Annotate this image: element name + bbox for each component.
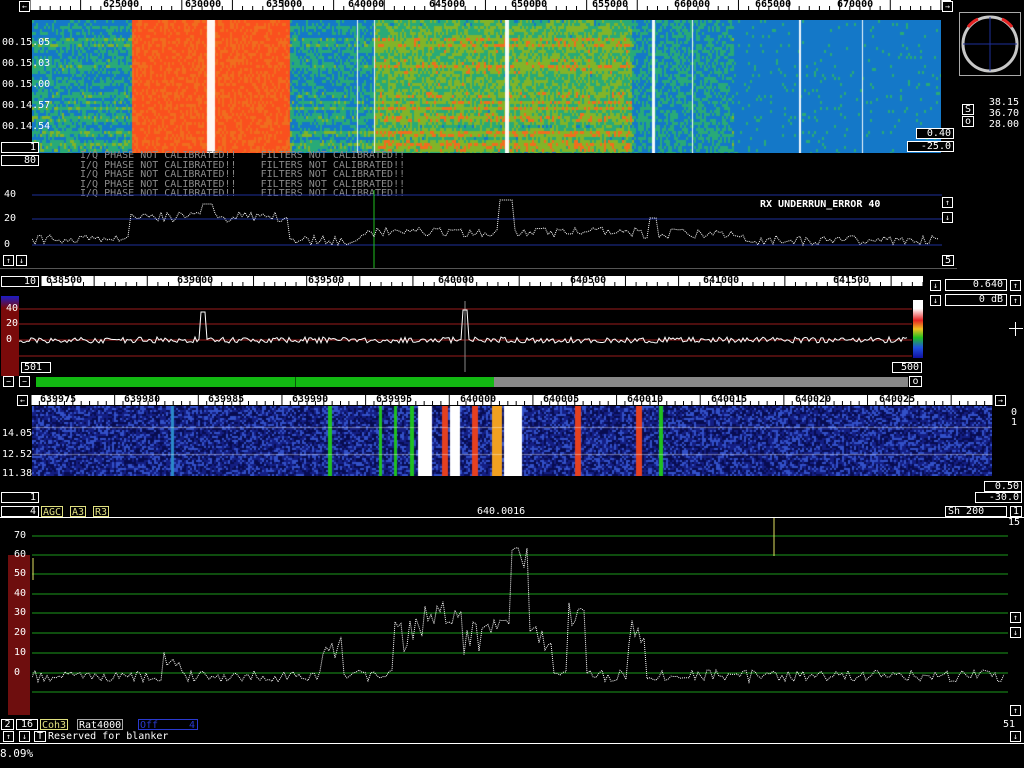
narrow-waterfall-display[interactable] (32, 406, 992, 476)
wide-spectrum-right-value[interactable]: 5 (942, 255, 954, 266)
y-tick-label: 60 (14, 549, 27, 560)
shift-value[interactable]: Sh 200 (945, 506, 1007, 517)
wide-spectrum-down-button[interactable]: ↓ (942, 212, 953, 223)
time-tick-label: 00.14.57 (2, 100, 51, 111)
hires-left-value[interactable]: 4 (1, 506, 39, 517)
hires-up-button-1[interactable]: ↑ (1010, 612, 1021, 623)
time-tick-label: 00.15.00 (2, 79, 51, 90)
time-tick-label: 00.14.54 (2, 121, 51, 132)
wide-spectrum-graph[interactable] (32, 160, 952, 270)
wide-panel-border (0, 268, 957, 269)
a3-button[interactable]: A3 (70, 506, 87, 518)
narrow-waterfall-avg-button[interactable]: 1 (1, 492, 39, 503)
wide-waterfall-offset-value[interactable]: -25.0 (907, 141, 954, 152)
wide-spectrum-left-up-button[interactable]: ↑ (3, 255, 14, 266)
polar-value-1: 38.15 (988, 97, 1019, 108)
y-tick-label: 0 (6, 334, 13, 345)
baseband-db-up-button[interactable]: ↑ (1010, 295, 1021, 306)
baseband-trace (19, 309, 908, 345)
wide-spectrum-up-button[interactable]: ↑ (942, 197, 953, 208)
y-tick-label: 70 (14, 530, 27, 541)
coherent-mode-button[interactable]: Coh3 (40, 719, 69, 731)
narrow-waterfall-scroll-left-button[interactable]: ← (17, 395, 28, 406)
time-tick-label: 12.52 (2, 449, 33, 460)
hires-bottom-up-button[interactable]: ↑ (3, 731, 14, 742)
hires-spectrum-trace (32, 547, 1005, 684)
hires-bottom-second-value[interactable]: 16 (16, 719, 38, 730)
crosshair-cursor (1009, 322, 1023, 336)
baseband-progress-fill (36, 377, 494, 387)
y-tick-label: 30 (14, 607, 27, 618)
y-tick-label: 0 (14, 667, 21, 678)
hires-down-button-1[interactable]: ↓ (1010, 627, 1021, 638)
polar-scope-graph (961, 15, 1019, 73)
baseband-left-count[interactable]: 501 (21, 362, 51, 373)
hires-spectrum-graph[interactable] (32, 518, 1012, 718)
hires-bottom-left-value[interactable]: 2 (1, 719, 14, 730)
y-tick-label: 0 (4, 239, 11, 250)
baseband-db-value[interactable]: 0 dB (945, 294, 1007, 306)
baseband-colorscale (913, 300, 923, 358)
cpu-load-text: 8.09% (0, 747, 34, 760)
wide-waterfall-avg-button[interactable]: 1 (1, 142, 39, 153)
y-tick-label: 20 (14, 627, 27, 638)
polar-value-2: 36.70 (988, 108, 1019, 119)
baseband-minus-button-1[interactable]: − (3, 376, 14, 387)
ruler-ticks (30, 0, 951, 10)
time-tick-label: 14.05 (2, 428, 33, 439)
polar-value-3: 28.00 (988, 119, 1019, 130)
baseband-progress-marker (294, 377, 296, 387)
narrow-waterfall-scroll-right-button[interactable]: → (995, 395, 1006, 406)
baseband-gain-down-button[interactable]: ↓ (930, 280, 941, 291)
rx-underrun-error-text: RX UNDERRUN_ERROR 40 (760, 199, 881, 210)
r3-button[interactable]: R3 (93, 506, 110, 518)
wide-waterfall-display[interactable] (32, 20, 941, 153)
baseband-spectrum-graph[interactable] (19, 296, 912, 376)
narrow-waterfall-offset-value[interactable]: -30.0 (975, 492, 1022, 503)
baseband-gain-value[interactable]: 0.640 (945, 279, 1007, 291)
hires-center-frequency: 640.0016 (477, 506, 526, 517)
baseband-gain-up-button[interactable]: ↑ (1010, 280, 1021, 291)
t-button[interactable]: T (34, 731, 46, 742)
off-label: Off (140, 720, 159, 731)
polar-o-button[interactable]: o (962, 116, 974, 127)
baseband-left-value[interactable]: 10 (1, 276, 39, 287)
y-tick-label: 50 (14, 568, 27, 579)
baseband-minus-button-2[interactable]: − (19, 376, 30, 387)
ruler-ticks (31, 395, 993, 405)
wide-waterfall-gain-value[interactable]: 0.40 (916, 128, 954, 139)
y-tick-label: 20 (6, 318, 19, 329)
narrow-waterfall-gain-value[interactable]: 0.50 (984, 481, 1022, 492)
polar-s-button[interactable]: S (962, 104, 974, 115)
time-tick-label: 00.15.03 (2, 58, 51, 69)
blanker-status-text: Reserved for blanker (48, 731, 169, 742)
wide-waterfall-scroll-left-button[interactable]: ← (19, 1, 30, 12)
rate-button[interactable]: Rat4000 (77, 719, 124, 731)
hires-right-value[interactable]: 1 (1010, 506, 1022, 517)
baseband-progress-track[interactable] (36, 377, 908, 387)
baseband-db-down-button[interactable]: ↓ (930, 295, 941, 306)
y-tick-label: 40 (6, 303, 19, 314)
narrow-waterfall-right-second: 1 (1011, 417, 1018, 428)
hires-bottom-down-button[interactable]: ↓ (19, 731, 30, 742)
y-tick-label: 10 (14, 647, 27, 658)
ruler-ticks (41, 276, 923, 286)
time-tick-label: 00.15.05 (2, 37, 51, 48)
agc-button[interactable]: AGC (41, 506, 64, 518)
off-button[interactable]: Off 4 (138, 719, 198, 731)
y-tick-label: 40 (4, 189, 17, 200)
hires-up-button-2[interactable]: ↑ (1010, 705, 1021, 716)
polar-scope-panel (959, 12, 1021, 76)
hires-down-button-2[interactable]: ↓ (1010, 731, 1021, 742)
hires-right-bottom: 51 (1003, 719, 1016, 730)
y-tick-label: 40 (14, 588, 27, 599)
off-value: 4 (188, 720, 195, 731)
y-tick-label: 20 (4, 213, 17, 224)
wide-spectrum-left-down-button[interactable]: ↓ (16, 255, 27, 266)
baseband-right-count[interactable]: 500 (892, 362, 922, 373)
baseband-end-button[interactable]: o (909, 376, 922, 387)
time-tick-label: 11.38 (2, 468, 33, 479)
hires-bottom-border (0, 743, 1024, 744)
